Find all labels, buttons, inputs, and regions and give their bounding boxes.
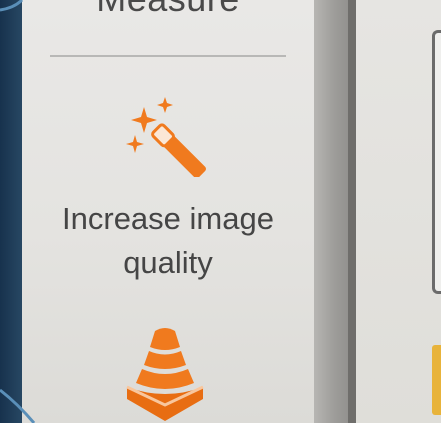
panel-shadow [348,0,356,423]
cone-layers-icon[interactable] [122,325,208,423]
content-accent [432,345,441,415]
measure-button-label[interactable]: Measure [22,0,314,20]
content-area [356,0,441,423]
label-line-1: Increase image [62,201,274,236]
background-edge [0,0,22,423]
label-line-2: quality [123,245,213,280]
magic-wand-icon [126,97,206,177]
increase-image-quality-label: Increase image quality [22,197,314,285]
tool-sidebar: Measure Increase image quality [22,0,314,423]
content-card [432,30,441,294]
sidebar-divider [50,55,286,57]
